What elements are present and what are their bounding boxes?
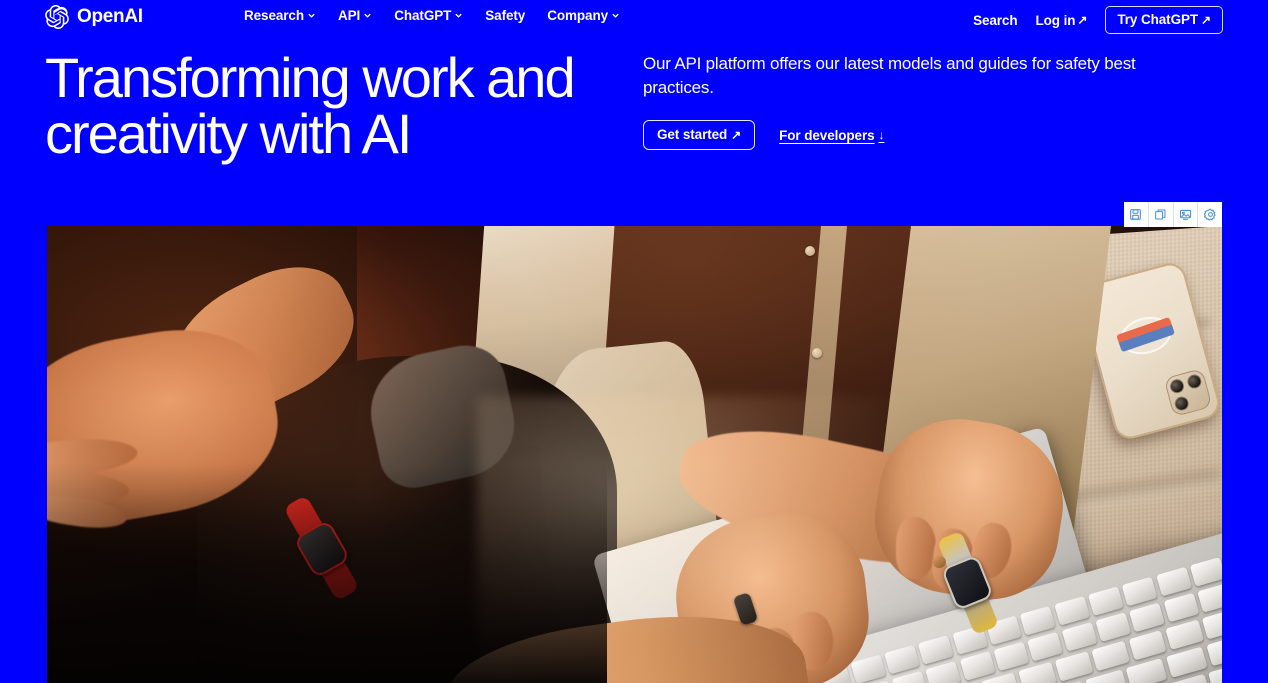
search-button[interactable]: Search (973, 12, 1018, 28)
finger (895, 516, 937, 580)
nav-item-label: Company (547, 8, 609, 23)
shirt-button (812, 348, 822, 358)
get-started-label: Get started (657, 127, 728, 143)
nav-item-label: API (338, 8, 361, 23)
brand-name: OpenAI (77, 6, 143, 27)
nav-item-label: Safety (485, 8, 526, 23)
image-screenshot-icon (1179, 208, 1192, 221)
nav-secondary-links: Search Log in ↗ Try ChatGPT ↗ (973, 6, 1223, 34)
nav-item-research[interactable]: Research (244, 8, 316, 23)
hero-actions: Get started ↗ For developers ↓ (643, 120, 1218, 151)
image-button[interactable] (1173, 202, 1199, 227)
for-developers-link[interactable]: For developers ↓ (779, 128, 884, 143)
openai-logo-home-link[interactable]: OpenAI (45, 5, 143, 29)
arrow-up-right-icon: ↗ (1201, 12, 1211, 27)
openai-blossom-logo-icon (45, 5, 69, 29)
gear-settings-icon (1203, 208, 1217, 221)
nav-item-chatgpt[interactable]: ChatGPT (394, 8, 463, 23)
hero-subtitle: Our API platform offers our latest model… (643, 54, 1136, 98)
save-button[interactable] (1124, 202, 1149, 227)
save-floppy-icon (1129, 208, 1142, 221)
hero-right-column: Our API platform offers our latest model… (643, 52, 1218, 151)
nav-primary-links: Research API ChatGPT Safety Company (244, 8, 620, 23)
login-link[interactable]: Log in ↗ (1036, 13, 1088, 28)
main-navigation: OpenAI Research API ChatGPT Safety Compa… (0, 0, 1268, 34)
image-toolbar (1124, 202, 1222, 227)
try-chatgpt-button[interactable]: Try ChatGPT ↗ (1105, 6, 1223, 34)
search-label: Search (973, 12, 1018, 28)
nav-item-api[interactable]: API (338, 8, 372, 23)
login-label: Log in (1035, 12, 1076, 28)
nav-item-label: ChatGPT (394, 8, 452, 23)
try-chatgpt-label: Try ChatGPT (1117, 12, 1199, 27)
nav-item-label: Research (244, 8, 304, 23)
chevron-down-icon (363, 8, 372, 23)
chevron-down-icon (307, 8, 316, 23)
hero-image (47, 226, 1222, 683)
arrow-down-icon: ↓ (878, 128, 885, 143)
page-title: Transforming work and creativity with AI (45, 46, 576, 165)
nav-item-safety[interactable]: Safety (485, 8, 525, 23)
shirt-button (805, 246, 815, 256)
copy-button[interactable] (1148, 202, 1174, 227)
arrow-up-right-icon: ↗ (1077, 13, 1088, 27)
openai-homepage: OpenAI Research API ChatGPT Safety Compa… (0, 0, 1268, 683)
chevron-down-icon (611, 8, 620, 23)
for-developers-label: For developers (779, 127, 875, 143)
copy-windows-icon (1154, 208, 1167, 221)
get-started-button[interactable]: Get started ↗ (643, 120, 756, 151)
nav-item-company[interactable]: Company (547, 8, 620, 23)
arrow-up-right-icon: ↗ (731, 127, 742, 142)
chevron-down-icon (454, 8, 463, 23)
settings-button[interactable] (1198, 202, 1222, 227)
